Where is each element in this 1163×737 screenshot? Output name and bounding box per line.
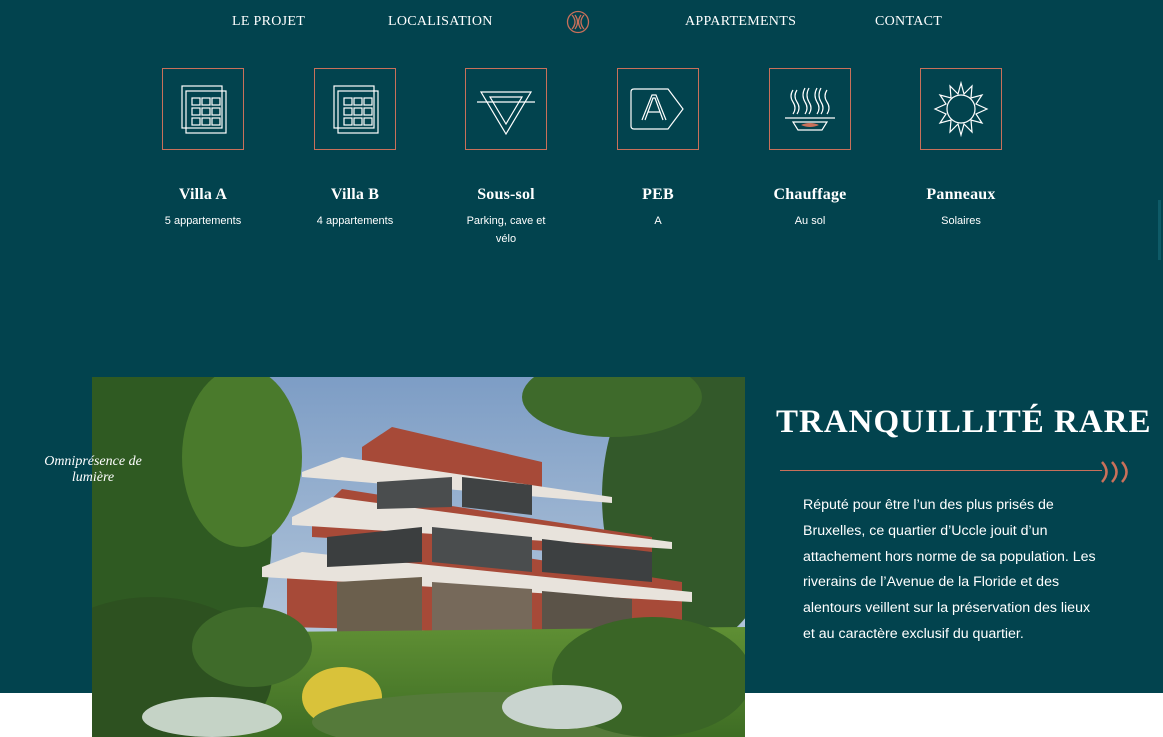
building-grid-icon [333,85,379,134]
photo-caption: Omniprésence de lumière [44,454,142,485]
feature-subtitle: 5 appartements [164,215,242,227]
triple-arc-icon [1101,461,1128,483]
top-nav: LE PROJET LOCALISATION APPARTEMENTS CONT… [0,0,1163,44]
nav-contact[interactable]: CONTACT [875,14,942,30]
feature-subtitle: Parking, cave et vélo [466,215,546,245]
scrollbar-thumb[interactable] [1158,200,1161,260]
feature-icon-box [617,68,699,150]
feature-title: Villa A [178,186,228,203]
feature-villa-b: Villa B 4 appartements [295,68,415,230]
feature-subtitle: A [654,215,662,227]
feature-peb: PEB A [598,68,718,230]
triangle-down-icon [477,91,535,136]
feature-title: Sous-sol [477,186,535,203]
nav-localisation[interactable]: LOCALISATION [388,14,493,30]
feature-subtitle: Solaires [941,215,981,227]
feature-icon-box [314,68,396,150]
feature-icon-box [769,68,851,150]
feature-subtitle: 4 appartements [316,215,394,227]
villa-photo [92,377,745,737]
feature-subtitle: Au sol [794,215,826,227]
feature-sous-sol: Sous-sol Parking, cave et vélo [446,68,566,248]
feature-title: Panneaux [926,186,996,203]
feature-title: PEB [642,186,674,203]
feature-villa-a: Villa A 5 appartements [143,68,263,230]
feature-icon-box [162,68,244,150]
villa-illustration [92,377,745,737]
sun-icon [933,80,989,138]
energy-label-icon [630,88,684,130]
feature-chauffage: Chauffage Au sol [750,68,870,230]
nav-le-projet[interactable]: LE PROJET [232,14,305,30]
section-heading: TRANQUILLITÉ RARE [776,404,1152,440]
nav-appartements[interactable]: APPARTEMENTS [685,14,796,30]
feature-icon-box [920,68,1002,150]
floor-heating-icon [785,87,835,131]
heading-divider [780,470,1102,471]
section-paragraph: Réputé pour être l’un des plus prisés de… [803,497,1096,642]
feature-icon-box [465,68,547,150]
building-grid-icon [181,85,227,134]
logo-icon[interactable] [566,10,590,34]
feature-title: Villa B [330,186,380,203]
feature-panneaux: Panneaux Solaires [901,68,1021,230]
feature-title: Chauffage [773,186,847,203]
